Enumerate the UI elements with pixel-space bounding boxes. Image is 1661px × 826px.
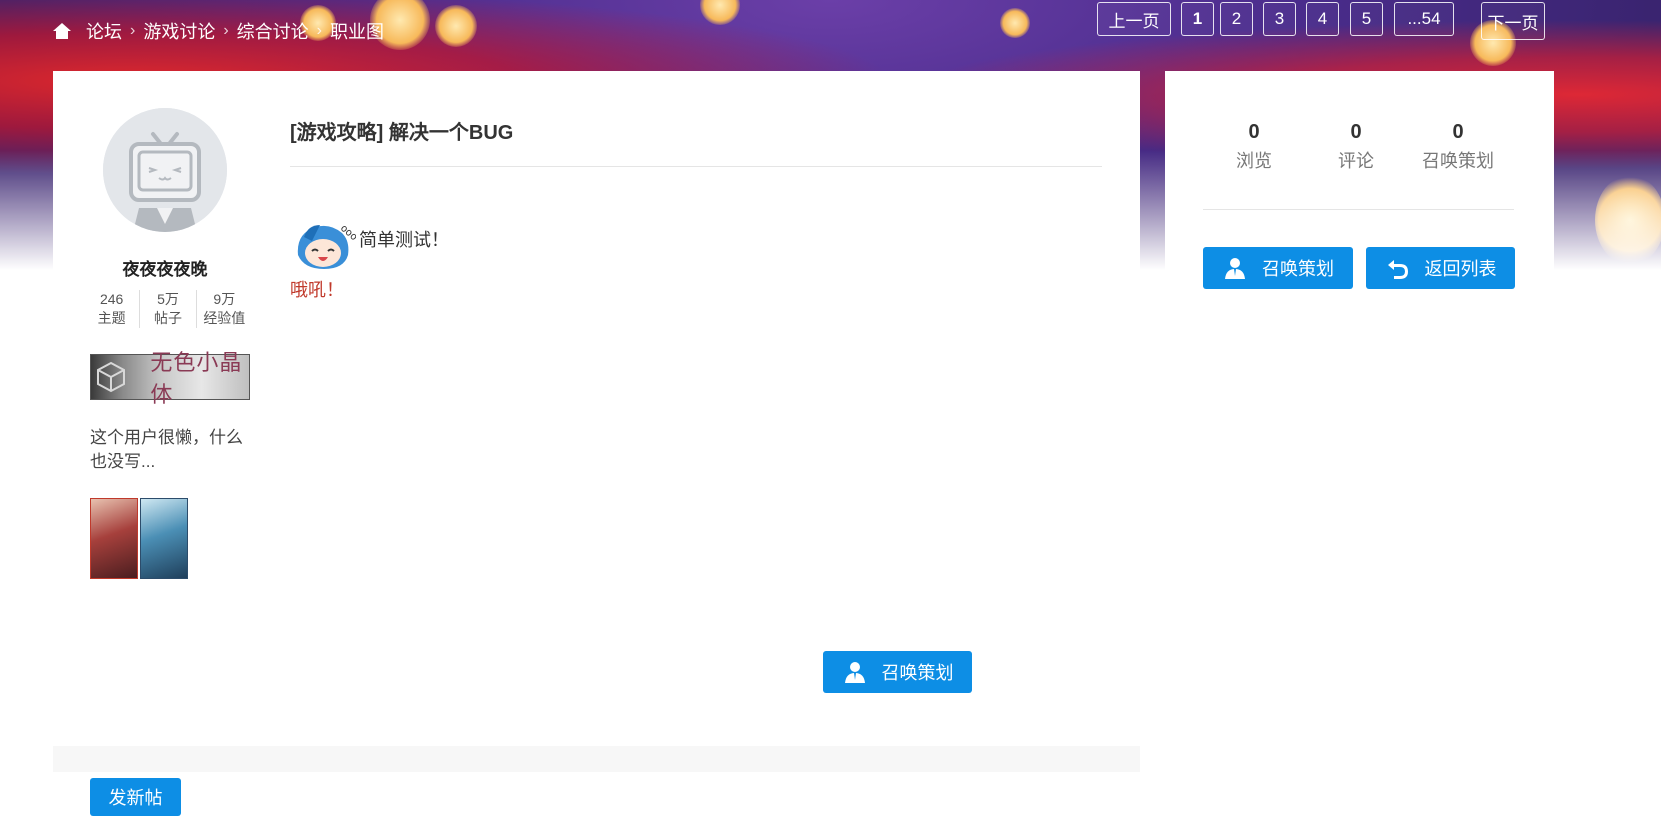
stat-label: 帖子 [153,310,182,326]
post-footer-strip [53,746,1140,772]
stat-value: 5万 [157,291,179,307]
home-icon[interactable] [52,21,72,41]
next-page-button[interactable]: 下一页 [1481,2,1545,40]
stat-value: 0 [1350,121,1362,143]
page-button-2[interactable]: 2 [1220,2,1253,36]
page-button-1[interactable]: 1 [1181,2,1214,36]
button-label: 返回列表 [1424,259,1497,279]
breadcrumb-general[interactable]: 综合讨论 [237,18,309,44]
divider [290,166,1102,167]
sidebar-summon-planner-button[interactable]: 召唤策划 [1203,247,1353,289]
medal-portrait[interactable] [140,498,188,579]
stat-value: 0 [1452,121,1464,143]
user-icon [842,659,868,685]
author-medals [90,498,188,579]
tv-avatar-icon [103,108,227,232]
breadcrumb-game-discussion[interactable]: 游戏讨论 [143,18,215,44]
chibi-emoji-icon: ooo [290,215,359,273]
stat-label: 评论 [1338,151,1374,171]
page-button-4[interactable]: 4 [1306,2,1339,36]
breadcrumb-separator: › [316,22,322,39]
new-post-button[interactable]: 发新帖 [90,778,181,816]
divider [1203,209,1514,210]
return-arrow-icon [1385,255,1411,281]
breadcrumb-separator: › [223,22,229,39]
post-title: [游戏攻略] 解决一个BUG [290,122,514,144]
button-label: 召唤策划 [1262,259,1334,279]
stat-label: 召唤策划 [1422,151,1494,171]
author-name[interactable]: 夜夜夜夜晚 [90,255,240,280]
post-body-line: 简单测试！ [359,230,449,250]
stat-comments: 0 评论 [1305,118,1407,176]
user-icon [1222,255,1248,281]
stat-label: 经验值 [203,310,246,326]
stat-value: 0 [1248,121,1260,143]
stat-value: 246 [99,291,124,307]
author-stat-topics: 246 主题 [84,290,139,328]
back-to-list-button[interactable]: 返回列表 [1366,247,1515,289]
summon-planner-button[interactable]: 召唤策划 [823,651,972,693]
author-stat-posts: 5万 帖子 [139,290,195,328]
author-bio: 这个用户很懒，什么也没写... [90,428,243,471]
post-body-line-red: 哦吼！ [290,280,344,300]
thread-stats: 0 浏览 0 评论 0 召唤策划 [1203,118,1509,176]
crystal-cube-icon [91,355,130,399]
stat-summons: 0 召唤策划 [1407,118,1509,176]
breadcrumb-current[interactable]: 职业图 [330,18,384,44]
medal-portrait[interactable] [90,498,138,579]
author-stat-exp: 9万 经验值 [195,290,252,328]
stat-value: 9万 [213,291,236,307]
stat-label: 主题 [97,310,126,326]
breadcrumb-separator: › [130,22,136,39]
page-button-3[interactable]: 3 [1263,2,1296,36]
breadcrumb-forum[interactable]: 论坛 [86,18,122,44]
page-button-5[interactable]: 5 [1350,2,1383,36]
button-label: 召唤策划 [881,663,954,683]
breadcrumb: 论坛 › 游戏讨论 › 综合讨论 › 职业图 [52,18,392,44]
prev-page-button[interactable]: 上一页 [1097,2,1171,36]
stat-views: 0 浏览 [1203,118,1305,176]
author-badge: 无色小晶体 [90,350,250,407]
last-page-button[interactable]: ...54 [1394,2,1454,36]
stat-label: 浏览 [1236,151,1272,171]
avatar[interactable] [103,108,227,232]
author-stats: 246 主题 5万 帖子 9万 经验值 [84,290,252,328]
badge-text: 无色小晶体 [150,350,243,407]
